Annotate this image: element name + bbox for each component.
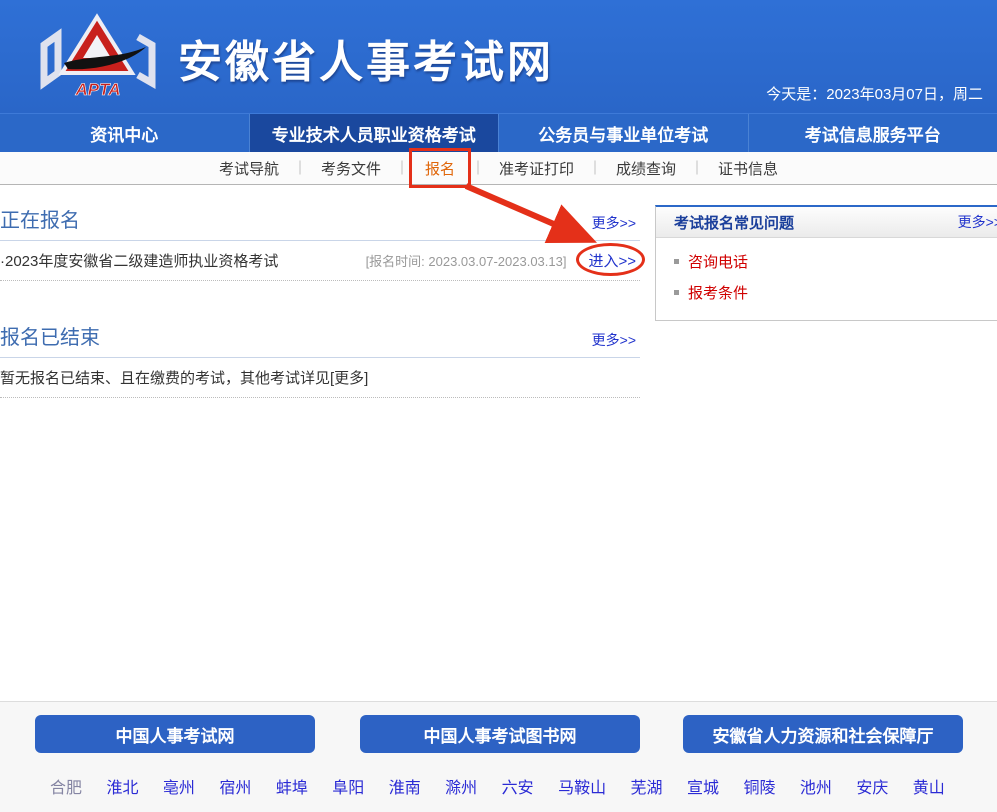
city-link-suzhou[interactable]: 宿州 [219, 774, 251, 798]
subnav-score-query[interactable]: 成绩查询 [616, 158, 676, 179]
city-link-fuyang[interactable]: 阜阳 [332, 774, 364, 798]
city-link-chuzhou[interactable]: 滁州 [445, 774, 477, 798]
registration-closed-header: 报名已结束 更多>> [0, 307, 640, 358]
subnav-separator: ｜ [395, 158, 409, 178]
footer-button-anhui-hr-bureau[interactable]: 安徽省人力资源和社会保障厅 [683, 715, 963, 753]
main-content: 正在报名 更多>> ·2023年度安徽省二级建造师执业资格考试 [报名时间: 2… [0, 190, 640, 398]
section-gap [0, 281, 640, 307]
city-link-huaibei[interactable]: 淮北 [106, 774, 138, 798]
faq-panel-body: 咨询电话 报考条件 [656, 238, 997, 320]
registration-open-title: 正在报名 [0, 204, 80, 233]
subnav-admission-ticket-print[interactable]: 准考证打印 [499, 158, 574, 179]
city-link-bengbu[interactable]: 蚌埠 [276, 774, 308, 798]
city-link-huangshan[interactable]: 黄山 [913, 774, 945, 798]
registration-open-more-link[interactable]: 更多>> [592, 213, 636, 233]
main-nav: 资讯中心 专业技术人员职业资格考试 公务员与事业单位考试 考试信息服务平台 [0, 113, 997, 152]
square-bullet-icon [674, 290, 679, 295]
registration-closed-empty-text: 暂无报名已结束、且在缴费的考试，其他考试详见[更多] [0, 358, 640, 398]
faq-item-label: 报考条件 [688, 282, 748, 303]
subnav-separator: ｜ [690, 158, 704, 178]
city-link-anqing[interactable]: 安庆 [856, 774, 888, 798]
faq-panel-title: 考试报名常见问题 [674, 212, 794, 233]
city-link-maanshan[interactable]: 马鞍山 [558, 774, 606, 798]
nav-item-exam-info-platform[interactable]: 考试信息服务平台 [748, 114, 997, 152]
faq-item-apply-conditions[interactable]: 报考条件 [656, 277, 997, 308]
city-link-huainan[interactable]: 淮南 [389, 774, 421, 798]
apta-logo-icon: APTA [34, 11, 162, 101]
faq-more-link[interactable]: 更多>> [958, 212, 997, 232]
subnav-separator: ｜ [588, 158, 602, 178]
nav-item-professional-qualification[interactable]: 专业技术人员职业资格考试 [249, 114, 499, 152]
footer-button-china-exam-net[interactable]: 中国人事考试网 [35, 715, 315, 753]
registration-closed-more-link[interactable]: 更多>> [592, 330, 636, 350]
nav-item-civil-servant[interactable]: 公务员与事业单位考试 [498, 114, 748, 152]
registration-closed-title: 报名已结束 [0, 321, 100, 350]
subnav-separator: ｜ [471, 158, 485, 178]
current-date: 今天是：2023年03月07日，周二 [766, 83, 983, 104]
city-link-chizhou[interactable]: 池州 [800, 774, 832, 798]
city-link-wuhu[interactable]: 芜湖 [631, 774, 663, 798]
faq-panel-header: 考试报名常见问题 更多>> [656, 207, 997, 238]
city-link-tongling[interactable]: 铜陵 [743, 774, 775, 798]
enter-link-wrap: 进入>> [588, 250, 636, 271]
subnav-exam-guide[interactable]: 考试导航 [219, 158, 279, 179]
subnav-certificate-info[interactable]: 证书信息 [718, 158, 778, 179]
subnav-exam-documents[interactable]: 考务文件 [321, 158, 381, 179]
city-link-bozhou[interactable]: 亳州 [163, 774, 195, 798]
enter-link[interactable]: 进入>> [588, 253, 636, 270]
sub-nav: 考试导航 ｜ 考务文件 ｜ 报名 ｜ 准考证打印 ｜ 成绩查询 ｜ 证书信息 [0, 152, 997, 185]
square-bullet-icon [674, 259, 679, 264]
city-link-luan[interactable]: 六安 [502, 774, 534, 798]
site-title: 安徽省人事考试网 [178, 26, 554, 90]
registration-open-header: 正在报名 更多>> [0, 190, 640, 241]
exam-list-item: ·2023年度安徽省二级建造师执业资格考试 [报名时间: 2023.03.07-… [0, 241, 640, 281]
faq-item-label: 咨询电话 [688, 251, 748, 272]
subnav-separator: ｜ [293, 158, 307, 178]
faq-item-consult-phone[interactable]: 咨询电话 [656, 246, 997, 277]
logo-text: APTA [74, 80, 120, 99]
page-footer: 中国人事考试网 中国人事考试图书网 安徽省人力资源和社会保障厅 合肥 淮北 亳州… [0, 701, 997, 812]
exam-name-link[interactable]: ·2023年度安徽省二级建造师执业资格考试 [0, 250, 366, 271]
faq-panel: 考试报名常见问题 更多>> 咨询电话 报考条件 [655, 205, 997, 321]
city-links: 合肥 淮北 亳州 宿州 蚌埠 阜阳 淮南 滁州 六安 马鞍山 芜湖 宣城 铜陵 … [50, 774, 945, 798]
nav-item-news[interactable]: 资讯中心 [0, 114, 249, 152]
exam-registration-period: [报名时间: 2023.03.07-2023.03.13] [366, 251, 567, 270]
city-link-hefei[interactable]: 合肥 [50, 774, 82, 798]
city-link-xuancheng[interactable]: 宣城 [687, 774, 719, 798]
subnav-registration[interactable]: 报名 [423, 158, 457, 179]
subnav-registration-label: 报名 [425, 161, 455, 178]
footer-button-china-exam-books-net[interactable]: 中国人事考试图书网 [360, 715, 640, 753]
site-header: APTA 安徽省人事考试网 今天是：2023年03月07日，周二 [0, 0, 997, 113]
